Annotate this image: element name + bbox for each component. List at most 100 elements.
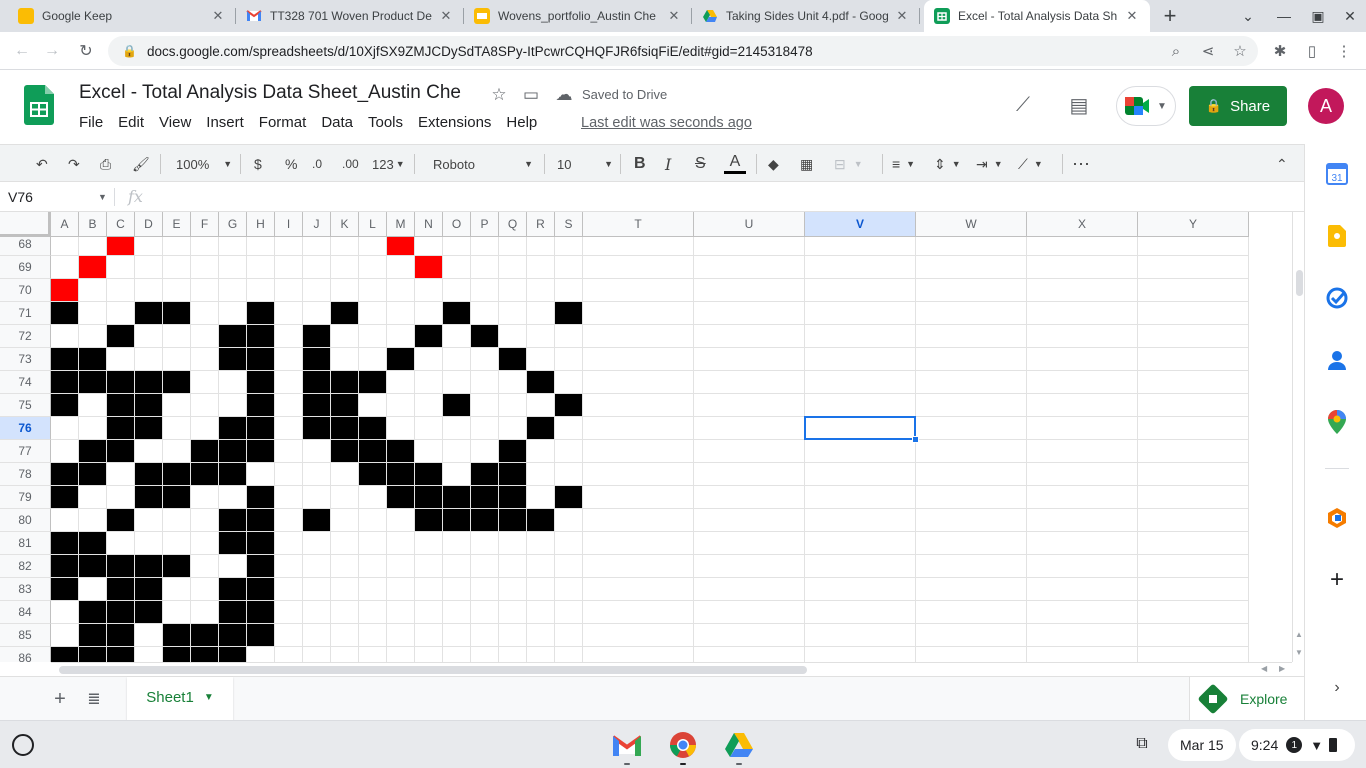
move-folder-icon[interactable]: ▭ <box>520 84 542 106</box>
column-header[interactable]: B <box>79 212 107 237</box>
increase-decimal-button[interactable]: .00 <box>342 154 359 174</box>
cell[interactable] <box>51 509 79 532</box>
cell[interactable] <box>583 371 694 394</box>
horizontal-scroll-thumb[interactable] <box>59 666 807 674</box>
cell[interactable] <box>916 417 1027 440</box>
cell[interactable] <box>527 325 555 348</box>
cell[interactable] <box>527 256 555 279</box>
cell[interactable] <box>219 302 247 325</box>
cell[interactable] <box>163 417 191 440</box>
cell[interactable] <box>331 532 359 555</box>
cell[interactable] <box>443 417 471 440</box>
cell[interactable] <box>79 555 107 578</box>
cell[interactable] <box>163 463 191 486</box>
cell[interactable] <box>191 555 219 578</box>
cell[interactable] <box>275 486 303 509</box>
fill-handle[interactable] <box>912 436 919 443</box>
cell[interactable] <box>1138 578 1249 601</box>
drive-app-icon[interactable] <box>725 731 753 759</box>
cell[interactable] <box>1138 371 1249 394</box>
all-sheets-button[interactable]: ≣ <box>84 689 104 709</box>
maximize-button[interactable]: ▣ <box>1308 6 1328 26</box>
share-button[interactable]: 🔒 Share <box>1189 86 1287 126</box>
print-icon[interactable]: ⎙ <box>100 154 111 174</box>
cell[interactable] <box>443 394 471 417</box>
menu-help[interactable]: Help <box>506 114 537 131</box>
cell[interactable] <box>583 463 694 486</box>
row-header[interactable]: 84 <box>0 601 51 624</box>
cell[interactable] <box>1027 486 1138 509</box>
cell[interactable] <box>415 325 443 348</box>
cell[interactable] <box>303 325 331 348</box>
spreadsheet-grid[interactable]: 68 69 70 71 72 73 74 75 76 77 78 79 80 81 82 83 84 85 86 A B… <box>0 212 1292 662</box>
cell[interactable] <box>359 302 387 325</box>
cell[interactable] <box>359 348 387 371</box>
cell[interactable] <box>805 256 916 279</box>
cell[interactable] <box>805 578 916 601</box>
maps-icon[interactable] <box>1325 410 1349 434</box>
cell[interactable] <box>387 394 415 417</box>
cell[interactable] <box>219 279 247 302</box>
cell[interactable] <box>191 486 219 509</box>
cell[interactable] <box>916 624 1027 647</box>
row-header[interactable]: 71 <box>0 302 51 325</box>
cell[interactable] <box>387 647 415 662</box>
add-addon-icon[interactable]: + <box>1325 566 1349 593</box>
cell[interactable] <box>471 417 499 440</box>
cell[interactable] <box>1138 302 1249 325</box>
cell[interactable] <box>219 647 247 662</box>
cell[interactable] <box>219 578 247 601</box>
menu-file[interactable]: File <box>79 114 103 131</box>
cell[interactable] <box>303 394 331 417</box>
cell[interactable] <box>471 463 499 486</box>
gmail-app-icon[interactable] <box>613 731 641 759</box>
cell[interactable] <box>331 302 359 325</box>
cell[interactable] <box>219 486 247 509</box>
cell[interactable] <box>443 486 471 509</box>
cell[interactable] <box>415 532 443 555</box>
cell[interactable] <box>805 532 916 555</box>
close-icon[interactable]: ✕ <box>210 8 226 24</box>
cell[interactable] <box>135 371 163 394</box>
cell[interactable] <box>191 647 219 662</box>
date-pill[interactable]: Mar 15 <box>1168 729 1236 761</box>
cell[interactable] <box>359 417 387 440</box>
cell[interactable] <box>1027 394 1138 417</box>
cell[interactable] <box>555 486 583 509</box>
currency-button[interactable]: $ <box>254 154 262 174</box>
cell[interactable] <box>499 440 527 463</box>
cell[interactable] <box>415 302 443 325</box>
cell[interactable] <box>555 532 583 555</box>
cell[interactable] <box>1138 486 1249 509</box>
cell[interactable] <box>191 509 219 532</box>
cell[interactable] <box>555 371 583 394</box>
cell[interactable] <box>805 601 916 624</box>
menu-view[interactable]: View <box>159 114 191 131</box>
row-header[interactable]: 72 <box>0 325 51 348</box>
column-header[interactable]: Q <box>499 212 527 237</box>
cell[interactable] <box>387 440 415 463</box>
borders-icon[interactable]: ▦ <box>800 154 813 174</box>
menu-format[interactable]: Format <box>259 114 307 131</box>
cell[interactable] <box>527 463 555 486</box>
cell[interactable] <box>499 256 527 279</box>
cell[interactable] <box>107 486 135 509</box>
cell[interactable] <box>471 394 499 417</box>
cell[interactable] <box>415 417 443 440</box>
row-header[interactable]: 80 <box>0 509 51 532</box>
cell[interactable] <box>805 486 916 509</box>
cell[interactable] <box>219 555 247 578</box>
cell[interactable] <box>499 348 527 371</box>
cell[interactable] <box>331 601 359 624</box>
cell[interactable] <box>583 601 694 624</box>
cell[interactable] <box>387 279 415 302</box>
zoom-select[interactable]: 100% ▼ <box>176 154 232 174</box>
vertical-scrollbar[interactable]: ▲ ▼ <box>1292 212 1304 662</box>
cell[interactable] <box>583 348 694 371</box>
cell[interactable] <box>275 509 303 532</box>
column-header[interactable]: J <box>303 212 331 237</box>
cell[interactable] <box>916 486 1027 509</box>
cell[interactable] <box>1027 371 1138 394</box>
cell[interactable] <box>555 302 583 325</box>
cell[interactable] <box>499 417 527 440</box>
